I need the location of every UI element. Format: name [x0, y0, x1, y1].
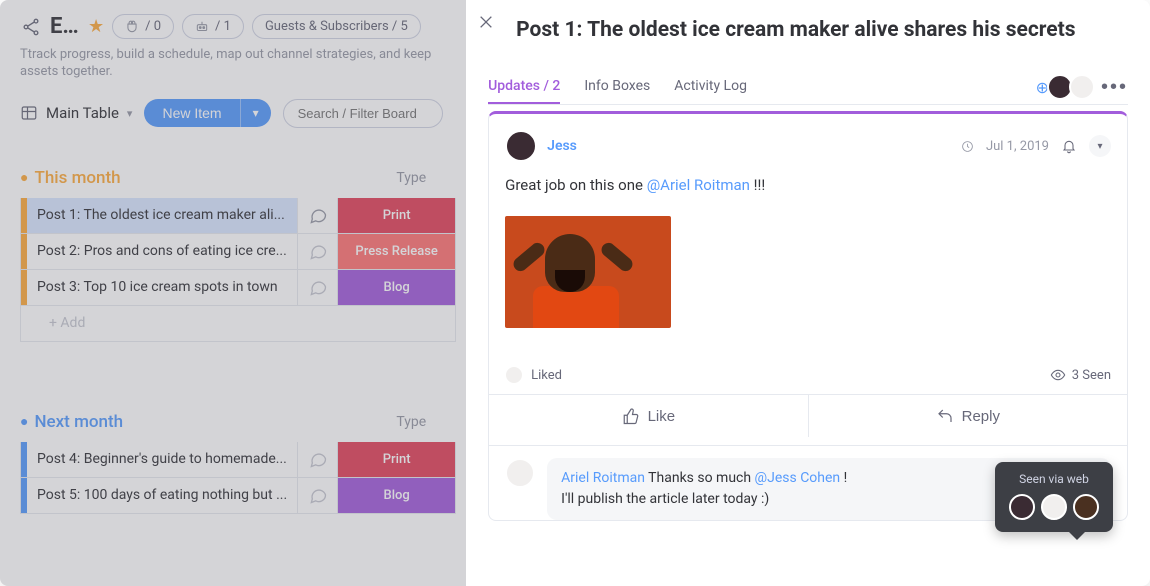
tab-activity-log[interactable]: Activity Log [674, 70, 747, 104]
integration-pill-1[interactable]: / 0 [112, 14, 174, 39]
seen-tooltip: Seen via web [995, 462, 1113, 532]
update-body: Great job on this one @Ariel Roitman !!! [505, 176, 1111, 194]
avatar [1009, 494, 1035, 520]
clock-icon [961, 140, 974, 153]
type-cell[interactable]: Print [337, 198, 455, 233]
group-name[interactable]: ● This month [20, 168, 121, 188]
table-row[interactable]: Post 2: Pros and cons of eating ice cre.… [20, 234, 456, 270]
chat-icon[interactable] [308, 449, 328, 469]
row-name: Post 4: Beginner's guide to homemade... [37, 451, 287, 467]
liked-label: Liked [531, 368, 562, 383]
share-icon [20, 16, 42, 38]
update-menu-icon[interactable]: ▾ [1089, 135, 1111, 157]
integration-pill-1-label: / 0 [145, 19, 161, 34]
add-row[interactable]: + Add [20, 306, 456, 342]
group-name[interactable]: ● Next month [20, 412, 123, 432]
type-cell[interactable]: Print [337, 442, 455, 477]
row-name: Post 5: 100 days of eating nothing but .… [37, 487, 287, 503]
mention[interactable]: @Jess Cohen [755, 470, 841, 486]
kebab-menu-icon[interactable]: ••• [1101, 76, 1128, 99]
column-header-type: Type [396, 170, 426, 186]
board-subtitle: Ttrack progress, build a schedule, map o… [20, 47, 456, 81]
chat-icon[interactable] [308, 277, 328, 297]
bell-icon[interactable] [1061, 138, 1077, 154]
board-pane: E... ★ / 0 / 1 Guests & Subscribers / 5 … [0, 0, 466, 586]
view-label: Main Table [46, 104, 119, 122]
type-cell[interactable]: Blog [337, 270, 455, 305]
author-avatar[interactable] [505, 130, 537, 162]
column-header-type: Type [396, 414, 426, 430]
panel-tabs: Updates / 2 Info Boxes Activity Log ⊕ ••… [488, 70, 1128, 105]
author-name[interactable]: Jess [547, 138, 577, 154]
chevron-down-icon: ▾ [127, 107, 133, 120]
reply-button[interactable]: Reply [808, 395, 1127, 437]
chat-icon[interactable] [308, 241, 328, 261]
update-date: Jul 1, 2019 [986, 139, 1049, 154]
group-this-month: ● This month Type Post 1: The oldest ice… [20, 168, 456, 342]
row-name: Post 2: Pros and cons of eating ice cre.… [37, 243, 287, 259]
group-label: Next month [34, 412, 123, 432]
integration-pill-2-label: / 1 [215, 19, 231, 34]
view-selector[interactable]: Main Table ▾ [20, 104, 132, 122]
collapse-icon: ● [20, 169, 28, 186]
reply-avatar[interactable] [505, 458, 535, 488]
chat-icon[interactable] [308, 205, 328, 225]
like-button[interactable]: Like [489, 395, 807, 437]
board-title: E... [50, 14, 80, 39]
tooltip-label: Seen via web [1009, 472, 1099, 486]
item-panel: Post 1: The oldest ice cream maker alive… [466, 0, 1150, 586]
row-name: Post 3: Top 10 ice cream spots in town [37, 279, 278, 295]
reply-author[interactable]: Ariel Roitman [561, 470, 645, 486]
chat-icon[interactable] [308, 485, 328, 505]
seen-indicator[interactable]: 3 Seen [1050, 367, 1111, 383]
update-image[interactable] [505, 216, 671, 328]
collapse-icon: ● [20, 413, 28, 430]
table-row[interactable]: Post 1: The oldest ice cream maker ali..… [20, 198, 456, 234]
table-row[interactable]: Post 5: 100 days of eating nothing but .… [20, 478, 456, 514]
new-item-button[interactable]: New Item [144, 99, 239, 127]
table-row[interactable]: Post 4: Beginner's guide to homemade... … [20, 442, 456, 478]
avatar [1073, 494, 1099, 520]
group-next-month: ● Next month Type Post 4: Beginner's gui… [20, 412, 456, 514]
integration-pill-2[interactable]: / 1 [182, 14, 244, 39]
avatar[interactable] [1069, 74, 1095, 100]
tab-info-boxes[interactable]: Info Boxes [584, 70, 650, 104]
avatar [1041, 494, 1067, 520]
tab-updates[interactable]: Updates / 2 [488, 70, 560, 104]
search-input[interactable] [283, 99, 443, 128]
liker-avatar[interactable] [505, 366, 523, 384]
row-name: Post 1: The oldest ice cream maker ali..… [37, 207, 285, 223]
type-cell[interactable]: Press Release [337, 234, 455, 269]
update-card: Jess Jul 1, 2019 ▾ Great job on this one… [488, 111, 1128, 521]
panel-title: Post 1: The oldest ice cream maker alive… [516, 18, 1128, 42]
close-icon[interactable] [478, 14, 494, 30]
type-cell[interactable]: Blog [337, 478, 455, 513]
new-item-caret[interactable]: ▾ [240, 99, 271, 127]
group-label: This month [34, 168, 120, 188]
seen-label: 3 Seen [1072, 368, 1111, 383]
guests-pill[interactable]: Guests & Subscribers / 5 [252, 14, 421, 39]
mention[interactable]: @Ariel Roitman [647, 176, 750, 194]
table-row[interactable]: Post 3: Top 10 ice cream spots in town B… [20, 270, 456, 306]
star-icon[interactable]: ★ [88, 16, 104, 37]
